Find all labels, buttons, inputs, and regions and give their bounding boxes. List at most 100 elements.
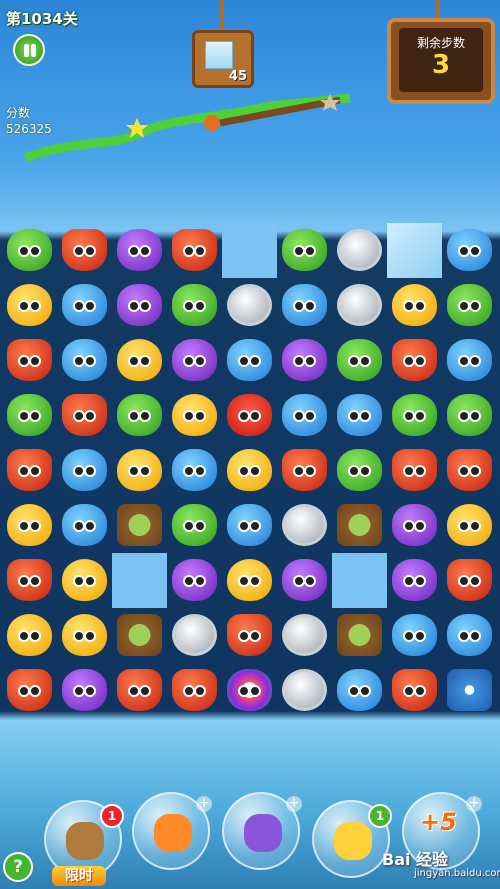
fox-piece-icon[interactable] (392, 449, 437, 491)
frog-piece-icon[interactable] (447, 284, 492, 326)
owl-piece-icon[interactable] (172, 559, 217, 601)
board-cell[interactable] (57, 278, 112, 333)
board-cell[interactable] (332, 443, 387, 498)
board-cell[interactable] (442, 553, 497, 608)
board-cell[interactable] (332, 278, 387, 333)
board-cell[interactable] (442, 388, 497, 443)
chick-piece-icon[interactable] (62, 559, 107, 601)
frog-piece-icon[interactable] (392, 394, 437, 436)
board-cell[interactable] (112, 388, 167, 443)
owl-piece-icon[interactable] (62, 669, 107, 711)
fox-piece-icon[interactable] (62, 229, 107, 271)
board-cell[interactable] (2, 333, 57, 388)
owl-piece-icon[interactable] (117, 229, 162, 271)
frog-piece-icon[interactable] (172, 504, 217, 546)
board-cell[interactable] (222, 663, 277, 718)
board-cell[interactable] (57, 388, 112, 443)
board-cell[interactable] (222, 223, 277, 278)
coin-piece-icon[interactable] (337, 284, 382, 326)
board-cell[interactable] (442, 498, 497, 553)
board-cell[interactable] (442, 608, 497, 663)
chick-piece-icon[interactable] (7, 504, 52, 546)
board-cell[interactable] (277, 223, 332, 278)
blue-piece-icon[interactable] (337, 669, 382, 711)
chick-piece-icon[interactable] (117, 339, 162, 381)
blue-piece-icon[interactable] (447, 339, 492, 381)
fox-piece-icon[interactable] (117, 669, 162, 711)
board-cell[interactable] (112, 608, 167, 663)
board-cell[interactable] (387, 278, 442, 333)
chick-piece-icon[interactable] (227, 449, 272, 491)
frog-piece-icon[interactable] (7, 229, 52, 271)
board-cell[interactable] (2, 553, 57, 608)
fox-piece-icon[interactable] (7, 339, 52, 381)
board-cell[interactable] (442, 333, 497, 388)
blue-piece-icon[interactable] (227, 339, 272, 381)
fox-piece-icon[interactable] (392, 669, 437, 711)
leaf-piece-icon[interactable] (337, 504, 382, 546)
board-cell[interactable] (2, 663, 57, 718)
board-cell[interactable] (387, 388, 442, 443)
fox-piece-icon[interactable] (62, 394, 107, 436)
board-cell[interactable] (167, 498, 222, 553)
owl-piece-icon[interactable] (282, 559, 327, 601)
board-cell[interactable] (387, 663, 442, 718)
add-booster-icon[interactable]: + (196, 796, 212, 812)
board-cell[interactable] (222, 608, 277, 663)
coin-piece-icon[interactable] (282, 614, 327, 656)
blue-piece-icon[interactable] (447, 229, 492, 271)
board-cell[interactable] (2, 278, 57, 333)
leaf-piece-icon[interactable] (337, 614, 382, 656)
owl-piece-icon[interactable] (117, 284, 162, 326)
board-cell[interactable] (277, 388, 332, 443)
fox-piece-icon[interactable] (447, 449, 492, 491)
chick-piece-icon[interactable] (392, 284, 437, 326)
board-cell[interactable] (387, 553, 442, 608)
owl-piece-icon[interactable] (392, 559, 437, 601)
fox-piece-icon[interactable] (227, 614, 272, 656)
frog-piece-icon[interactable] (172, 284, 217, 326)
fox-piece-icon[interactable] (7, 669, 52, 711)
board-cell[interactable] (387, 608, 442, 663)
board-cell[interactable] (57, 333, 112, 388)
board-cell[interactable] (112, 498, 167, 553)
board-cell[interactable] (222, 388, 277, 443)
board-cell[interactable] (442, 663, 497, 718)
board-cell[interactable] (442, 278, 497, 333)
board-cell[interactable] (57, 498, 112, 553)
board-cell[interactable] (112, 443, 167, 498)
board-cell[interactable] (2, 388, 57, 443)
blue-piece-icon[interactable] (62, 504, 107, 546)
fox-piece-icon[interactable] (392, 339, 437, 381)
pause-button[interactable] (13, 34, 45, 66)
board-cell[interactable] (332, 223, 387, 278)
board-cell[interactable] (277, 608, 332, 663)
blue-piece-icon[interactable] (172, 449, 217, 491)
board-cell[interactable] (2, 443, 57, 498)
board-cell[interactable] (277, 278, 332, 333)
board-cell[interactable] (167, 333, 222, 388)
flower-piece-icon[interactable] (447, 669, 492, 711)
board-cell[interactable] (387, 443, 442, 498)
board-cell[interactable] (112, 663, 167, 718)
chick-piece-icon[interactable] (7, 284, 52, 326)
add-booster-icon[interactable]: + (466, 796, 482, 812)
chick-piece-icon[interactable] (117, 449, 162, 491)
help-button[interactable]: ? (3, 852, 33, 882)
board-cell[interactable] (167, 663, 222, 718)
board-cell[interactable] (222, 443, 277, 498)
board-cell[interactable] (332, 663, 387, 718)
board-cell[interactable] (332, 388, 387, 443)
board-cell[interactable] (167, 443, 222, 498)
chick-piece-icon[interactable] (172, 394, 217, 436)
booster-wand-button[interactable]: 1 (312, 800, 392, 878)
owl-piece-icon[interactable] (282, 339, 327, 381)
board-cell[interactable] (277, 663, 332, 718)
chick-piece-icon[interactable] (447, 504, 492, 546)
booster-clock-button[interactable]: + (132, 792, 212, 870)
frog-piece-icon[interactable] (447, 394, 492, 436)
mon-piece-icon[interactable] (227, 394, 272, 436)
board-cell[interactable] (387, 333, 442, 388)
board-cell[interactable] (277, 553, 332, 608)
frog-piece-icon[interactable] (117, 394, 162, 436)
